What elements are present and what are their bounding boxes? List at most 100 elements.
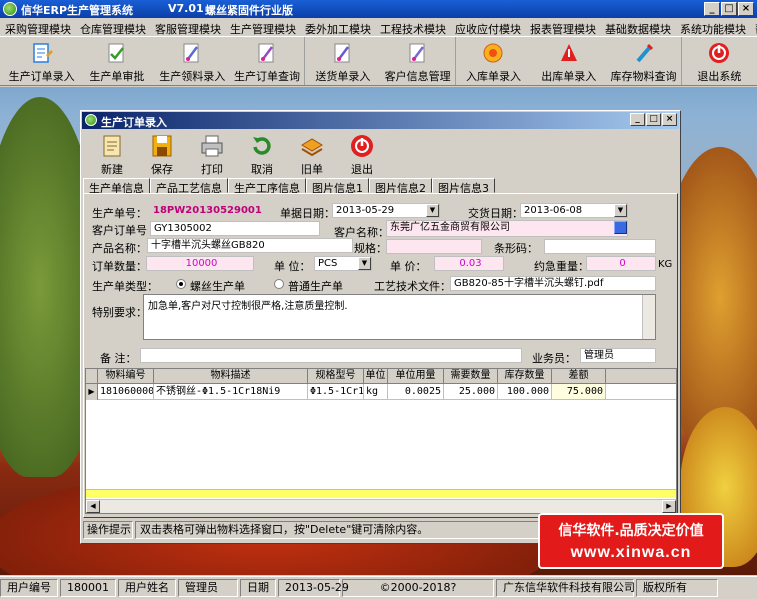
tab-order-info[interactable]: 生产单信息 [83, 178, 150, 195]
menu-warehouse[interactable]: 仓库管理模块 [75, 18, 150, 36]
menu-system[interactable]: 系统功能模块 [675, 18, 750, 36]
new-button[interactable]: 新建 [87, 131, 137, 177]
col-difference[interactable]: 差额 [552, 369, 606, 384]
chevron-down-icon[interactable]: ▼ [426, 204, 439, 217]
cancel-icon [253, 137, 271, 155]
qty-field[interactable]: 10000 [146, 256, 254, 271]
spec-field[interactable] [386, 239, 482, 254]
toolbar-stock-out-button[interactable]: 出库单录入 [531, 37, 606, 85]
chevron-down-icon[interactable]: ▼ [614, 204, 627, 217]
close-button[interactable]: × [738, 2, 754, 16]
table-row[interactable]: 1810600001 不锈钢丝-Φ1.5-1Cr18Ni9 Φ1.5-1Cr18… [98, 384, 676, 400]
toolbar-material-request-button[interactable]: 生产领料录入 [155, 37, 230, 85]
note-label: 备 注： [100, 352, 137, 365]
price-field[interactable]: 0.03 [434, 256, 504, 271]
toolbar-exit-button[interactable]: 退出系统 [682, 37, 757, 85]
barcode-label: 条形码： [494, 242, 538, 255]
doc-date-field[interactable]: 2013-05-29 ▼ [332, 203, 440, 218]
grid-summary-row [86, 489, 676, 498]
print-button[interactable]: 打印 [187, 131, 237, 177]
toolbar-customer-button[interactable]: 客户信息管理 [380, 37, 456, 85]
menu-engineering[interactable]: 工程技术模块 [375, 18, 450, 36]
main-title-bar: 信华ERP生产管理系统 V7.01 螺丝紧固件行业版 _ □ × [0, 0, 757, 18]
memo-scrollbar[interactable] [642, 295, 655, 339]
order-no-label: 生产单号： [92, 207, 147, 220]
process-doc-field[interactable]: GB820-85十字槽半沉头螺钉.pdf [450, 276, 656, 291]
scroll-right-icon[interactable]: ▶ [662, 500, 676, 513]
note-field[interactable] [140, 348, 522, 363]
watermark-slogan: 信华软件.品质决定价值 [558, 523, 704, 539]
menu-outsourcing[interactable]: 委外加工模块 [300, 18, 375, 36]
new-icon [103, 135, 121, 157]
type-screw-radio[interactable] [176, 279, 186, 289]
product-field[interactable]: 十字槽半沉头螺丝GB820 [147, 238, 353, 253]
save-button[interactable]: 保存 [137, 131, 187, 177]
scroll-left-icon[interactable]: ◀ [86, 500, 100, 513]
menu-production[interactable]: 生产管理模块 [225, 18, 300, 36]
toolbar-order-query-button[interactable]: 生产订单查询 [230, 37, 306, 85]
old-order-button[interactable]: 旧单 [287, 131, 337, 177]
col-unit-usage[interactable]: 单位用量 [388, 369, 444, 384]
toolbar-inventory-button[interactable]: 库存物料查询 [606, 37, 682, 85]
material-grid[interactable]: 物料编号 物料描述 规格型号 单位 单位用量 需要数量 库存数量 差额 备 ▶ … [85, 368, 677, 514]
chevron-down-icon[interactable]: ▼ [358, 257, 371, 270]
child-close-button[interactable]: × [662, 113, 677, 126]
tab-image-1[interactable]: 图片信息1 [306, 178, 369, 195]
toolbar-order-entry-button[interactable]: 生产订单录入 [4, 37, 79, 85]
type-normal-label: 普通生产单 [288, 280, 343, 293]
toolbar-approve-button[interactable]: 生产单审批 [79, 37, 154, 85]
customer-field[interactable]: 东莞广亿五金商贸有限公司 [386, 220, 628, 237]
menu-reports[interactable]: 报表管理模块 [525, 18, 600, 36]
cust-order-field[interactable]: GY1305002 [150, 221, 320, 236]
save-icon [152, 135, 172, 157]
toolbar-delivery-button[interactable]: 送货单录入 [305, 37, 380, 85]
menu-basic-data[interactable]: 基础数据模块 [600, 18, 675, 36]
menu-service[interactable]: 客服管理模块 [150, 18, 225, 36]
lookup-icon[interactable] [614, 221, 627, 234]
maximize-button[interactable]: □ [721, 2, 737, 16]
brand-watermark: 信华软件.品质决定价值 www.xinwa.cn [538, 513, 724, 569]
menu-help[interactable]: 帮助 [750, 18, 757, 36]
child-minimize-button[interactable]: _ [630, 113, 645, 126]
special-requirements-field[interactable]: 加急单,客户对尺寸控制很严格,注意质量控制. [143, 294, 656, 340]
old-order-icon [301, 138, 323, 157]
minimize-button[interactable]: _ [704, 2, 720, 16]
grid-horizontal-scrollbar[interactable]: ◀ ▶ [86, 499, 676, 513]
order-entry-title: 生产订单录入 [101, 116, 167, 129]
col-spec[interactable]: 规格型号 [308, 369, 364, 384]
status-bar: 用户编号 180001 用户姓名 管理员 日期 2013-05-29 ©2000… [0, 576, 757, 599]
unit-label: 单 位： [274, 260, 311, 273]
exit-form-button[interactable]: 退出 [337, 131, 387, 177]
order-no-field: 18PW20130529001 [153, 205, 262, 216]
material-request-icon [183, 43, 199, 63]
col-required-qty[interactable]: 需要数量 [444, 369, 498, 384]
row-selector-icon[interactable]: ▶ [86, 384, 98, 400]
child-maximize-button[interactable]: □ [646, 113, 661, 126]
menu-purchase[interactable]: 采购管理模块 [0, 18, 75, 36]
order-entry-icon [32, 43, 53, 63]
weight-field[interactable]: 0 [586, 256, 656, 271]
tab-image-3[interactable]: 图片信息3 [432, 178, 495, 195]
tab-image-2[interactable]: 图片信息2 [369, 178, 432, 195]
barcode-field[interactable] [544, 239, 656, 254]
unit-field[interactable]: PCS ▼ [314, 256, 372, 271]
special-label: 特别要求： [92, 306, 147, 319]
tab-process-info[interactable]: 产品工艺信息 [150, 178, 228, 195]
status-user-name-label: 用户姓名 [118, 579, 176, 597]
toolbar-stock-in-button[interactable]: 入库单录入 [456, 37, 531, 85]
app-title: 信华ERP生产管理系统 [21, 4, 134, 17]
col-unit[interactable]: 单位 [364, 369, 388, 384]
tab-operation-info[interactable]: 生产工序信息 [228, 178, 306, 195]
col-material-no[interactable]: 物料编号 [98, 369, 154, 384]
col-description[interactable]: 物料描述 [154, 369, 308, 384]
status-user-id: 180001 [60, 579, 116, 597]
delivery-date-field[interactable]: 2013-06-08 ▼ [520, 203, 628, 218]
cancel-button[interactable]: 取消 [237, 131, 287, 177]
menu-accounts[interactable]: 应收应付模块 [450, 18, 525, 36]
col-remark[interactable]: 备 [606, 369, 676, 384]
qty-label: 订单数量： [92, 260, 147, 273]
type-label: 生产单类型： [92, 280, 158, 293]
type-normal-radio[interactable] [274, 279, 284, 289]
col-stock-qty[interactable]: 库存数量 [498, 369, 552, 384]
staff-field[interactable]: 管理员 [580, 348, 656, 363]
